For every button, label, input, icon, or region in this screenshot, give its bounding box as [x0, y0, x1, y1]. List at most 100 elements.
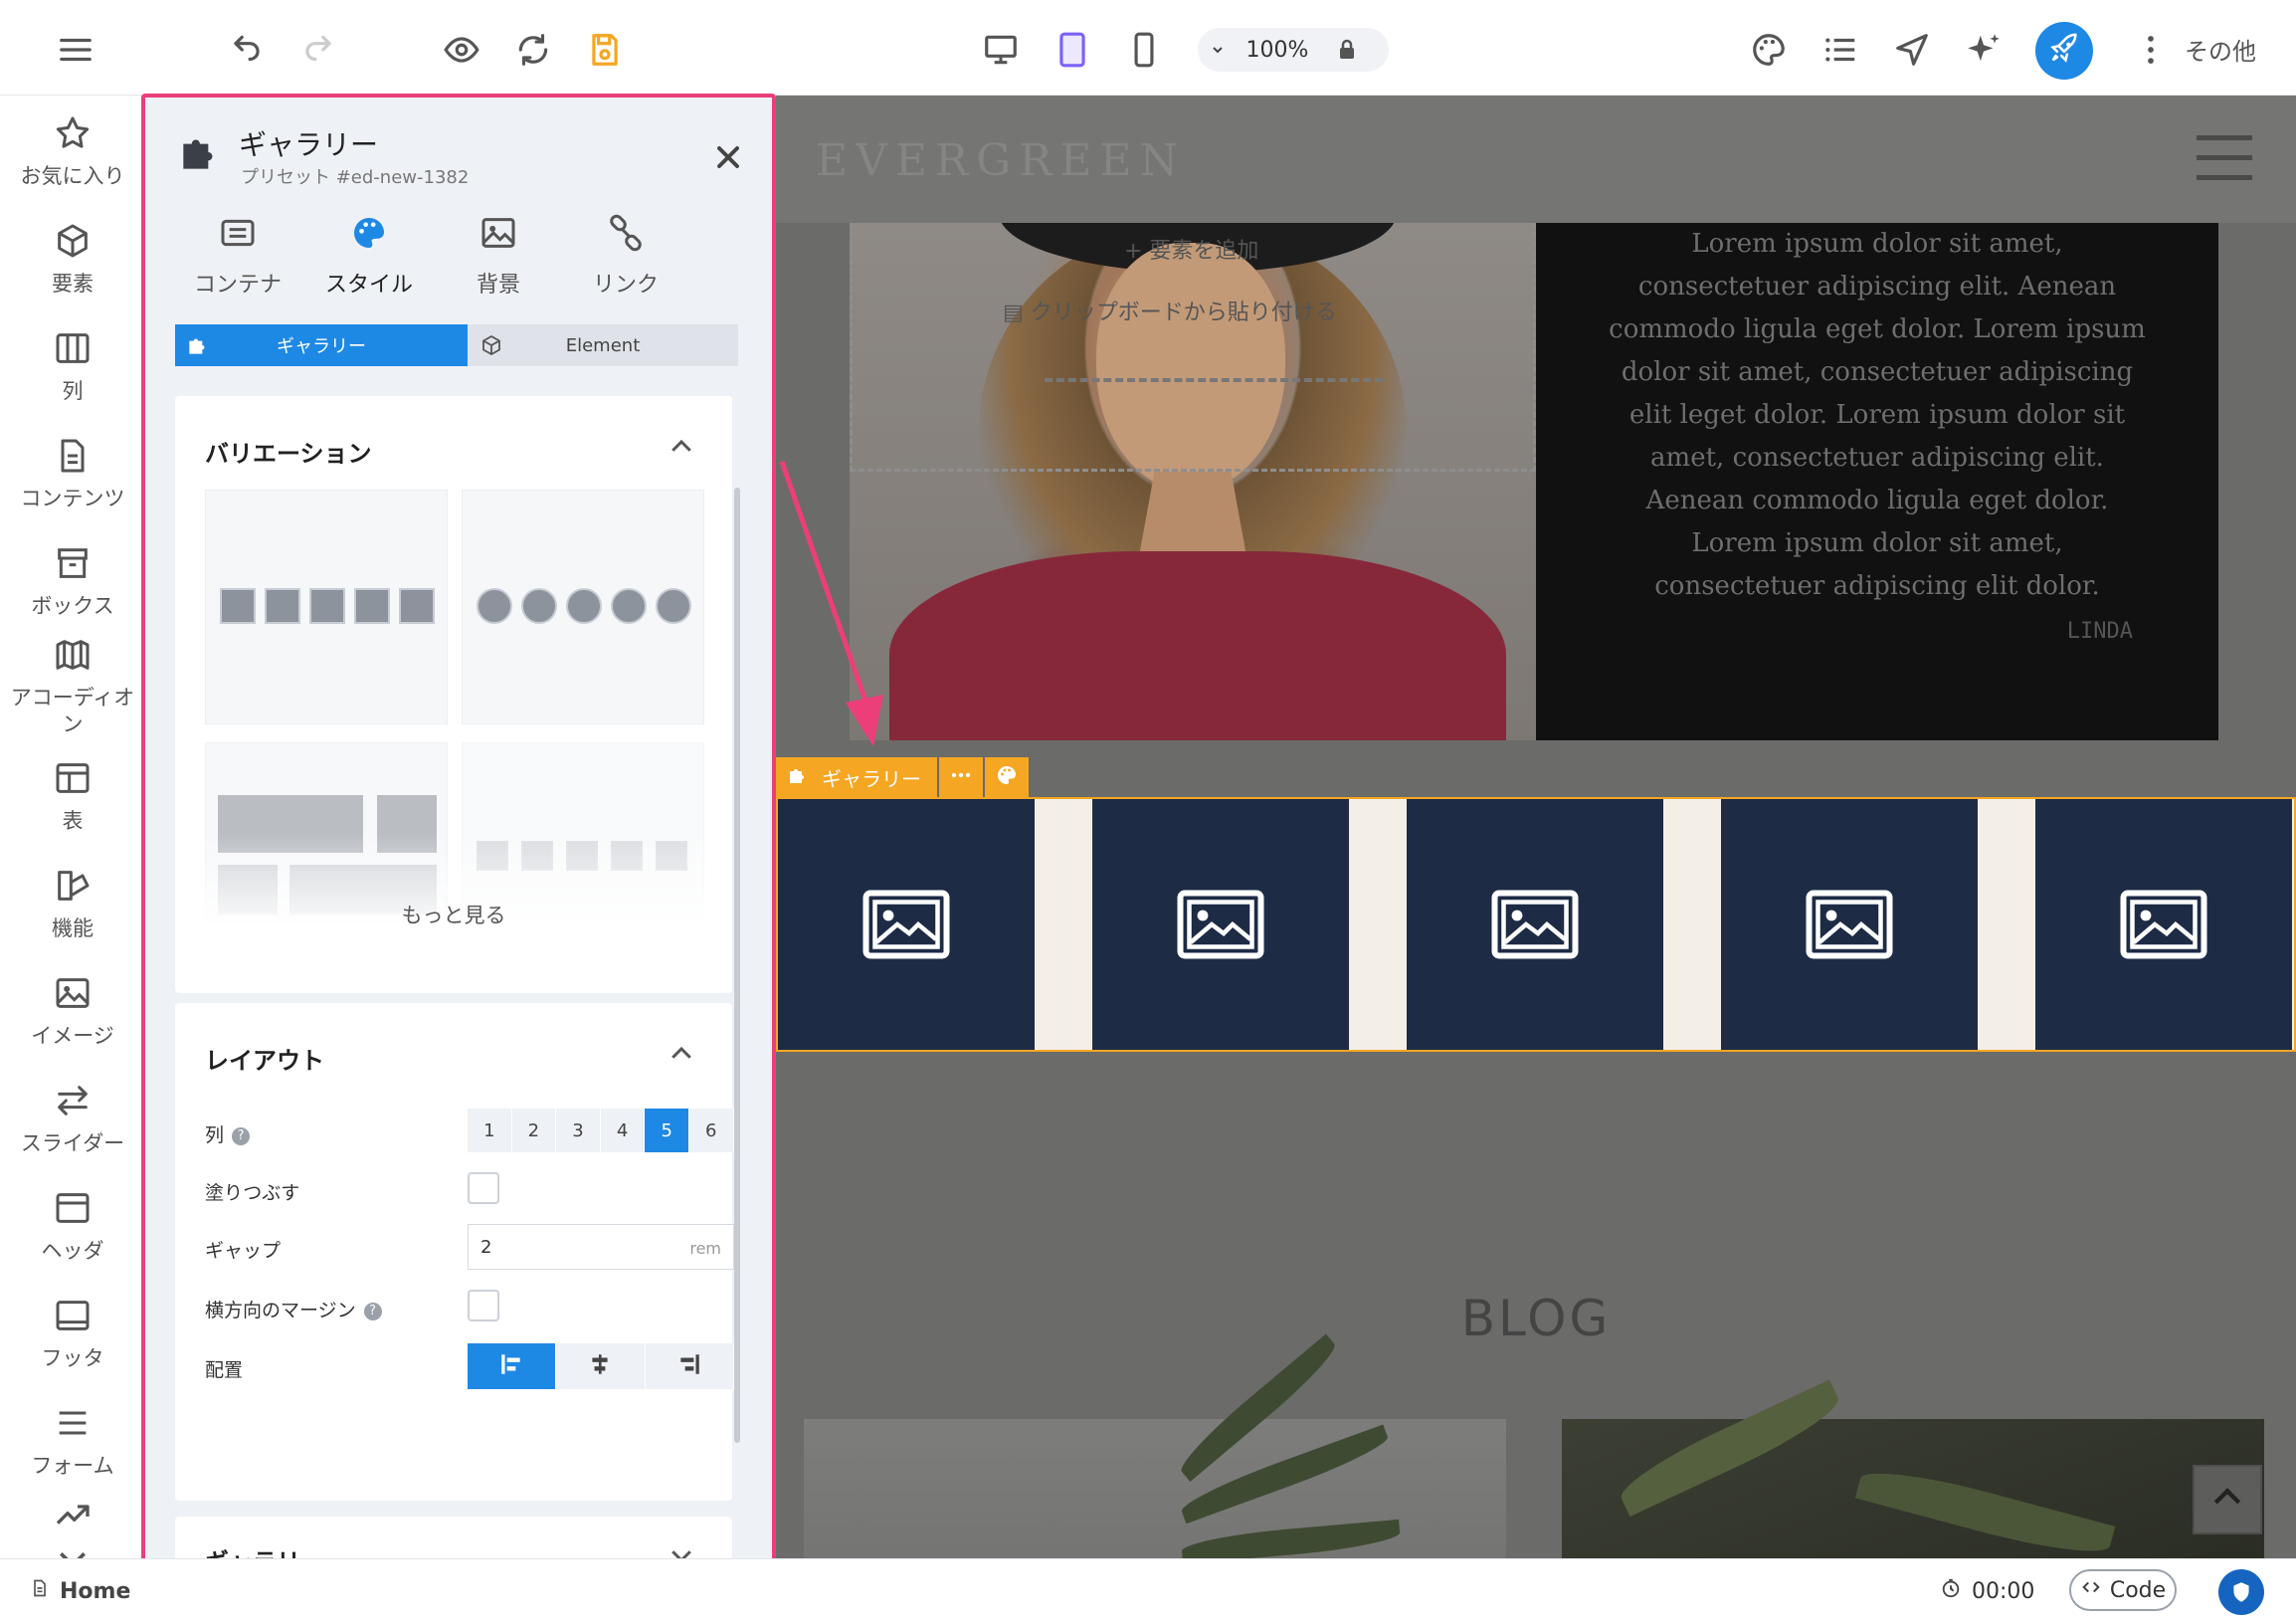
layout-title[interactable]: レイアウト	[205, 1041, 324, 1076]
gap-label: ギャップ	[205, 1240, 282, 1262]
panel-tabs: コンテナ スタイル 背景 リンク	[145, 213, 772, 303]
columns-option-3[interactable]: 3	[556, 1109, 601, 1152]
scope-gallery-button[interactable]: ギャラリー	[175, 324, 468, 366]
variation-option-circles[interactable]	[462, 490, 704, 724]
hamburger-icon[interactable]	[2197, 135, 2252, 183]
rail-item-columns[interactable]: 列	[0, 328, 145, 405]
rail-item-header[interactable]: ヘッダ	[0, 1188, 145, 1265]
save-icon[interactable]	[579, 24, 631, 76]
columns-option-2[interactable]: 2	[512, 1109, 557, 1152]
gallery-tile[interactable]	[1092, 799, 1349, 1050]
gap-input[interactable]: 2 rem	[468, 1224, 734, 1270]
fill-checkbox[interactable]	[468, 1172, 499, 1204]
rail-item-slider[interactable]: スライダー	[0, 1081, 145, 1157]
align-right-button[interactable]	[646, 1343, 734, 1389]
features-icon	[53, 866, 93, 910]
undo-icon[interactable]	[221, 24, 273, 76]
form-icon	[53, 1403, 93, 1447]
puzzle-icon	[175, 127, 225, 181]
desktop-icon[interactable]	[975, 24, 1027, 76]
zoom-control[interactable]: 100%	[1198, 28, 1389, 72]
rail-item-elements[interactable]: 要素	[0, 221, 145, 298]
gap-unit: rem	[689, 1239, 721, 1258]
gallery-block[interactable]	[776, 797, 2296, 1052]
selected-block-label[interactable]: ギャラリー	[776, 757, 937, 797]
align-left-button[interactable]	[468, 1343, 557, 1389]
columns-option-6[interactable]: 6	[689, 1109, 734, 1152]
tab-style[interactable]: スタイル	[304, 213, 434, 299]
hmargin-checkbox[interactable]	[468, 1290, 499, 1321]
back-to-top-button[interactable]	[2193, 1465, 2262, 1534]
rail-item-favorites[interactable]: お気に入り	[0, 113, 145, 190]
document-icon	[53, 436, 93, 480]
rail-item-label: コンテンツ	[20, 487, 125, 510]
columns-option-1[interactable]: 1	[468, 1109, 512, 1152]
variation-title[interactable]: バリエーション	[205, 434, 372, 469]
block-style-button[interactable]	[985, 757, 1029, 797]
rail-item-footer[interactable]: フッタ	[0, 1296, 145, 1372]
kebab-icon[interactable]	[2125, 24, 2177, 76]
navigate-icon[interactable]	[1886, 24, 1938, 76]
tab-container[interactable]: コンテナ	[173, 213, 302, 299]
rail-item-form[interactable]: フォーム	[0, 1403, 145, 1480]
rail-item-content[interactable]: コンテンツ	[0, 436, 145, 512]
show-more-link[interactable]: もっと見る	[175, 900, 732, 929]
gallery-tile[interactable]	[778, 799, 1035, 1050]
panel-scrollbar[interactable]	[734, 488, 740, 1443]
help-icon[interactable]: ?	[232, 1126, 251, 1145]
paste-clipboard-button[interactable]: ▤ クリップボードから貼り付ける	[1003, 295, 1337, 326]
box-icon	[53, 543, 93, 587]
chevron-up-icon[interactable]	[667, 432, 696, 462]
columns-option-5[interactable]: 5	[645, 1109, 689, 1152]
rail-item-box[interactable]: ボックス	[0, 543, 145, 620]
scope-gallery-label: ギャラリー	[277, 336, 366, 357]
add-element-button[interactable]: + 要素を追加	[1124, 233, 1258, 265]
chevron-up-icon	[2207, 1478, 2247, 1521]
variation-section: バリエーション もっと見る	[175, 396, 732, 993]
help-icon[interactable]: ?	[363, 1302, 382, 1320]
rail-item-accordion[interactable]: アコーディオン	[0, 635, 145, 738]
refresh-icon[interactable]	[507, 24, 559, 76]
align-center-icon	[587, 1351, 613, 1381]
gallery-tile[interactable]	[1721, 799, 1978, 1050]
gallery-tile[interactable]	[2035, 799, 2292, 1050]
preview-icon[interactable]	[436, 24, 487, 76]
scope-element-button[interactable]: Element	[468, 324, 738, 366]
chevron-down-icon[interactable]	[1198, 42, 1238, 58]
variation-option-squares[interactable]	[205, 490, 448, 724]
rail-item-features[interactable]: 機能	[0, 866, 145, 942]
more-menu-label[interactable]: その他	[2185, 32, 2256, 67]
status-bar: Home 00:00 Code	[0, 1558, 2296, 1622]
tab-link[interactable]: リンク	[561, 213, 690, 299]
image-thumb-icon	[521, 588, 557, 624]
tab-background[interactable]: 背景	[434, 213, 563, 299]
columns-option-4[interactable]: 4	[601, 1109, 646, 1152]
align-center-button[interactable]	[556, 1343, 646, 1389]
rail-item-table[interactable]: 表	[0, 758, 145, 835]
chevron-up-icon[interactable]	[667, 1039, 696, 1069]
image-placeholder-icon	[1806, 890, 1893, 959]
list-icon[interactable]	[1815, 24, 1866, 76]
mobile-icon[interactable]	[1118, 24, 1170, 76]
image-thumb-icon	[399, 588, 435, 624]
image-placeholder-icon	[1491, 890, 1579, 959]
tab-label: スタイル	[324, 273, 413, 298]
tablet-icon[interactable]	[1047, 24, 1098, 76]
gallery-tile[interactable]	[1407, 799, 1663, 1050]
link-icon	[606, 213, 646, 257]
close-icon[interactable]	[710, 139, 746, 175]
ai-sparkle-icon[interactable]	[1958, 24, 2009, 76]
cube-icon	[53, 221, 93, 265]
rail-item-label: イメージ	[31, 1024, 114, 1048]
rail-item-label: スライダー	[20, 1131, 125, 1155]
redo-icon[interactable]	[292, 24, 344, 76]
page-selector[interactable]: Home	[30, 1577, 130, 1605]
publish-button[interactable]	[2035, 22, 2093, 80]
block-options-button[interactable]	[939, 757, 983, 797]
menu-icon[interactable]	[50, 24, 101, 76]
palette-icon[interactable]	[1743, 24, 1795, 76]
code-button[interactable]: Code	[2069, 1569, 2177, 1611]
rail-item-image[interactable]: イメージ	[0, 973, 145, 1050]
shield-icon[interactable]	[2218, 1569, 2264, 1615]
lock-icon[interactable]	[1317, 38, 1377, 62]
